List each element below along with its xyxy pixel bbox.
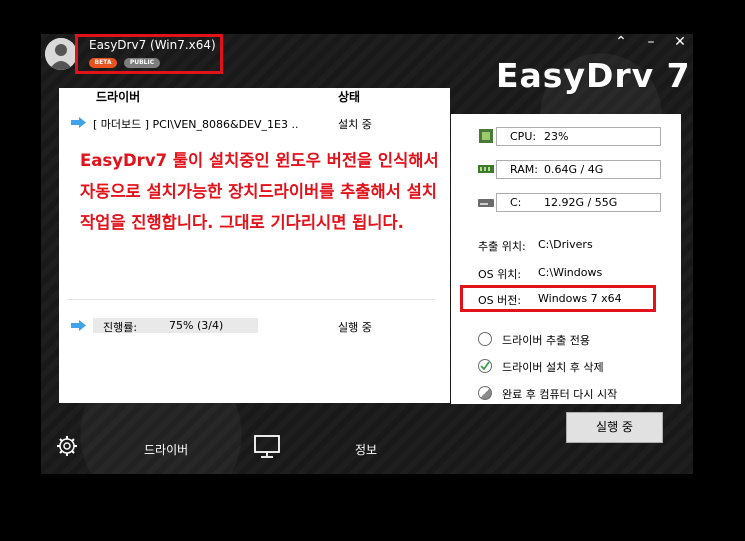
driver-row-status: 설치 중 [338, 118, 372, 131]
driver-row-name: [ 마더보드 ] PCI\VEN_8086&DEV_1E3 .. [93, 118, 299, 131]
notice-annotation: EasyDrv7 툴이 설치중인 윈도우 버전을 인식해서 자동으로 설치가능한… [80, 151, 439, 232]
checkbox-icon[interactable] [478, 332, 492, 346]
checkbox-checked-icon[interactable] [478, 359, 492, 373]
app-window: EasyDrv7 (Win7.x64) BETA PUBLIC ⌃ – ✕ Ea… [41, 34, 693, 474]
extract-path-label: 추출 위치: [478, 240, 526, 253]
progress-status: 실행 중 [338, 321, 372, 334]
nav-info[interactable]: 정보 [355, 441, 377, 458]
user-icon [45, 38, 77, 70]
arrow-right-icon [71, 320, 86, 331]
nav-drivers[interactable]: 드라이버 [144, 441, 188, 458]
extract-path-value: C:\Drivers [538, 238, 593, 251]
app-logo: EasyDrv 7 [496, 56, 691, 95]
progress-bar: 진행률: 75% (3/4) [93, 318, 258, 334]
option-label: 드라이버 추출 전용 [502, 334, 590, 347]
window-title: EasyDrv7 (Win7.x64) [89, 38, 216, 52]
minimize-button[interactable]: – [641, 34, 661, 50]
divider [67, 299, 435, 300]
progress-label: 진행률: [103, 321, 138, 334]
ram-icon [478, 165, 494, 173]
cpu-icon [479, 129, 493, 143]
disk-value: 12.92G / 55G [544, 196, 618, 209]
avatar[interactable] [45, 38, 77, 70]
public-badge: PUBLIC [124, 58, 160, 68]
ram-field: RAM: 0.64G / 4G [496, 160, 661, 179]
os-version-value: Windows 7 x64 [538, 292, 622, 305]
option-label: 완료 후 컴퓨터 다시 시작 [502, 388, 618, 401]
pin-button[interactable]: ⌃ [611, 34, 631, 50]
disk-label: C: [510, 196, 522, 209]
os-version-label: OS 버전: [478, 294, 522, 307]
checkmark-icon [480, 361, 490, 371]
progress-value: 75% (3/4) [169, 319, 224, 332]
cpu-value: 23% [544, 130, 569, 143]
monitor-icon[interactable] [254, 435, 280, 459]
os-path-label: OS 위치: [478, 268, 522, 281]
disk-field: C: 12.92G / 55G [496, 193, 661, 212]
ram-value: 0.64G / 4G [544, 163, 604, 176]
ram-label: RAM: [510, 163, 538, 176]
status-column-header: 상태 [338, 90, 361, 104]
os-path-value: C:\Windows [538, 266, 603, 279]
driver-column-header: 드라이버 [96, 90, 141, 104]
cpu-label: CPU: [510, 130, 537, 143]
close-button[interactable]: ✕ [670, 34, 690, 50]
driver-panel [59, 88, 450, 403]
gear-icon[interactable] [56, 435, 78, 457]
run-button[interactable]: 실행 중 [566, 412, 663, 443]
disk-icon [478, 199, 494, 207]
cpu-field: CPU: 23% [496, 127, 661, 146]
checkbox-disabled-icon[interactable] [478, 386, 492, 400]
arrow-right-icon [71, 117, 86, 128]
option-label: 드라이버 설치 후 삭제 [502, 361, 604, 374]
beta-badge: BETA [89, 58, 117, 68]
